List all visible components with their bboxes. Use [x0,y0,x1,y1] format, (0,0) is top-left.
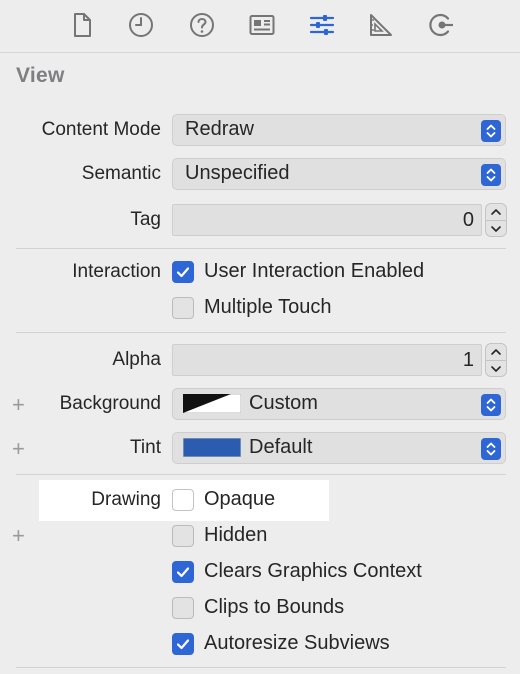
tag-field[interactable]: 0 [172,204,482,236]
clips-to-bounds-label: Clips to Bounds [204,596,345,618]
connections-arrow-icon[interactable] [426,10,456,40]
popup-chevrons-icon [481,438,501,460]
stepper-up-icon[interactable] [490,206,502,218]
opaque-label: Opaque [204,488,276,510]
attributes-sliders-icon[interactable] [307,10,337,40]
interaction-label: Interaction [72,261,161,282]
stepper-up-icon[interactable] [490,346,502,358]
tint-add-button[interactable]: + [12,436,25,462]
identity-card-icon[interactable] [247,10,277,40]
autoresize-subviews-label: Autoresize Subviews [204,632,390,654]
multiple-touch-checkbox[interactable] [172,297,194,319]
size-ruler-icon[interactable] [366,10,396,40]
tint-color-swatch [183,438,241,457]
tag-value: 0 [462,209,474,231]
alpha-value: 1 [462,349,474,371]
clears-graphics-context-label: Clears Graphics Context [204,560,422,582]
checkmark-icon [176,567,190,578]
popup-chevrons-icon [481,164,501,186]
stepper-down-icon[interactable] [490,223,502,235]
semantic-value: Unspecified [185,162,290,184]
clips-to-bounds-checkbox[interactable] [172,597,194,619]
stepper-down-icon[interactable] [490,363,502,375]
user-interaction-label: User Interaction Enabled [204,260,425,282]
background-popup[interactable]: Custom [172,388,506,420]
clock-icon[interactable] [126,10,156,40]
tint-value: Default [249,436,313,458]
popup-chevrons-icon [481,120,501,142]
opaque-checkbox[interactable] [172,489,194,511]
help-icon[interactable] [187,10,217,40]
clears-graphics-context-checkbox[interactable] [172,561,194,583]
divider [16,667,506,668]
tint-popup[interactable]: Default [172,432,506,464]
divider [16,332,506,333]
drawing-add-button[interactable]: + [12,523,25,549]
section-title: View [16,64,65,87]
checkmark-icon [176,267,190,278]
popup-chevrons-icon [481,394,501,416]
tag-label: Tag [130,209,161,230]
autoresize-subviews-checkbox[interactable] [172,633,194,655]
content-mode-label: Content Mode [41,119,161,140]
drawing-label: Drawing [91,489,161,510]
semantic-popup[interactable]: Unspecified [172,158,506,190]
tint-label: Tint [130,437,161,458]
user-interaction-checkbox[interactable] [172,261,194,283]
semantic-label: Semantic [81,163,161,184]
alpha-label: Alpha [112,349,161,370]
background-label: Background [59,393,161,414]
alpha-field[interactable]: 1 [172,344,482,376]
inspector-toolbar [0,0,520,53]
background-add-button[interactable]: + [12,392,25,418]
alpha-stepper[interactable] [485,343,507,377]
divider [16,474,506,475]
content-mode-popup[interactable]: Redraw [172,114,506,146]
hidden-label: Hidden [204,524,268,546]
tag-stepper[interactable] [485,203,507,237]
multiple-touch-label: Multiple Touch [204,296,332,318]
checkmark-icon [176,639,190,650]
hidden-checkbox[interactable] [172,525,194,547]
divider [16,248,506,249]
background-value: Custom [249,392,318,414]
content-mode-value: Redraw [185,118,254,140]
background-color-swatch [183,394,241,413]
file-icon[interactable] [67,10,97,40]
